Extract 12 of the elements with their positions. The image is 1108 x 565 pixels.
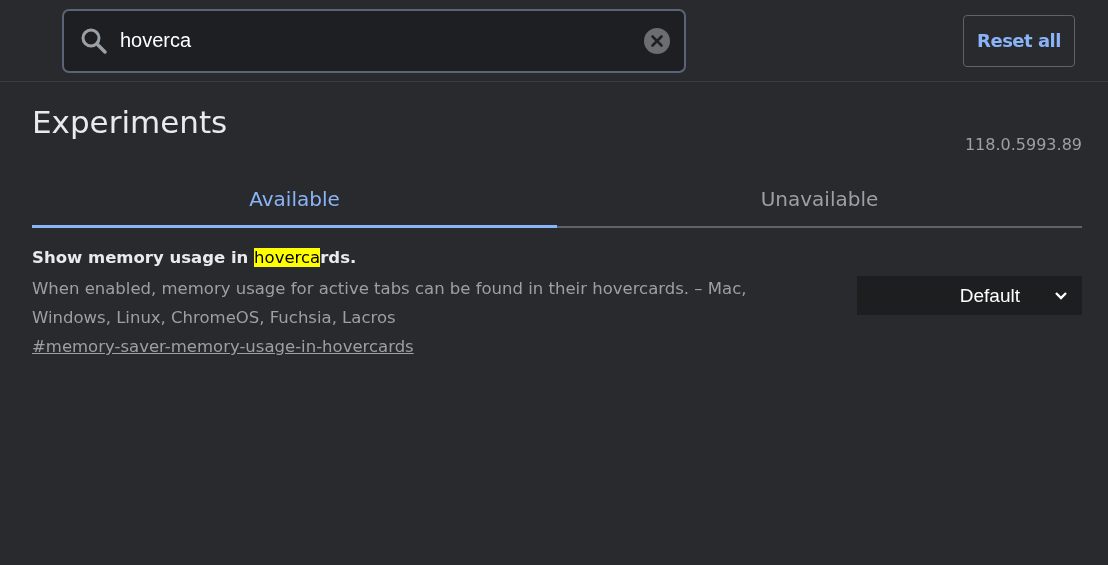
version-number: 118.0.5993.89 — [964, 135, 1082, 155]
experiment-description: When enabled, memory usage for active tabs can be found in their hovercards. – Mac, Windows, Linux, ChromeOS, Fuchsia, Lacros — [32, 278, 748, 330]
tab[interactable]: Unavailable — [557, 179, 1082, 229]
state-dropdown[interactable]: Default — [857, 276, 1082, 316]
reset-all-button[interactable]: Reset all — [963, 14, 1075, 67]
chevron-down-icon — [1054, 290, 1068, 301]
experiment-title: Show memory usage in hovercards. — [32, 247, 358, 270]
tab[interactable]: Available — [32, 179, 557, 229]
page-title: Experiments — [32, 104, 228, 142]
clear-icon[interactable] — [644, 27, 670, 54]
experiment-link[interactable]: #memory-saver-memory-usage-in-hovercards — [32, 332, 414, 363]
search-field[interactable]: hoverca — [62, 8, 686, 73]
